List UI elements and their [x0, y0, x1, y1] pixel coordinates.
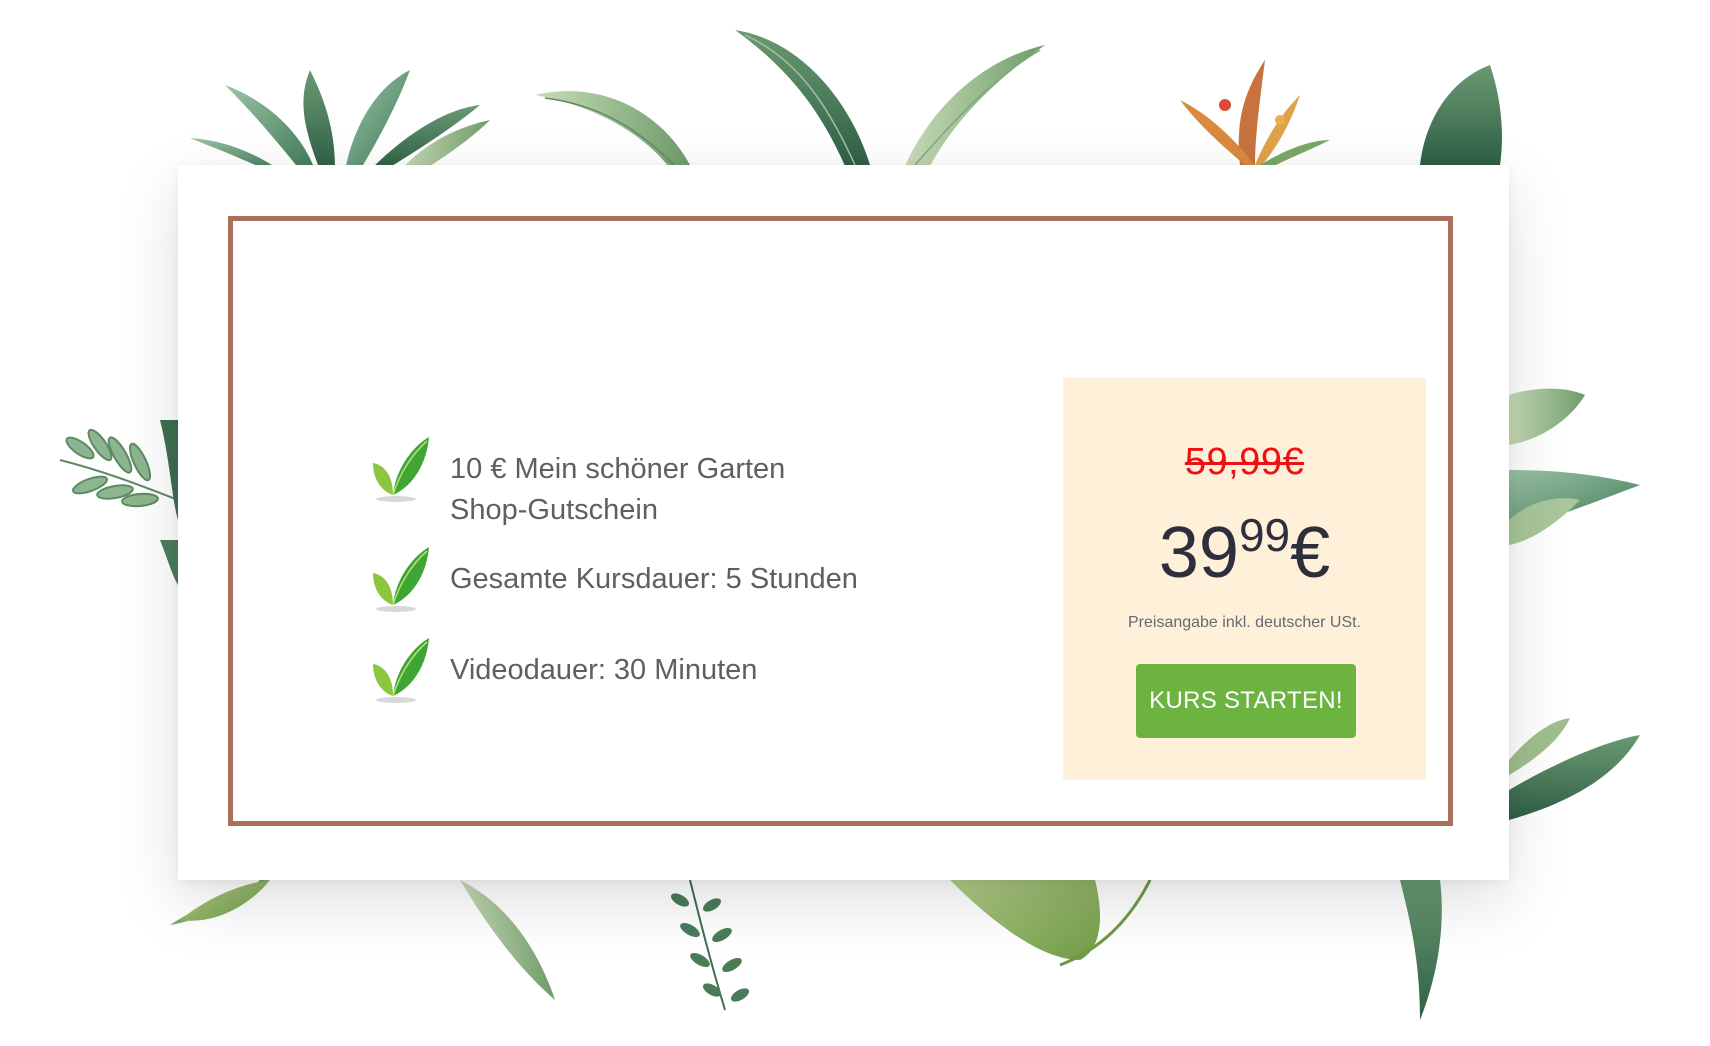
new-price-main: 39	[1158, 513, 1239, 593]
pricing-card: 10 € Mein schöner Garten Shop-Gutschein …	[178, 165, 1509, 880]
card-frame: 10 € Mein schöner Garten Shop-Gutschein …	[228, 216, 1453, 826]
green-leaf-check-icon	[373, 638, 429, 703]
leaf-cluster-right	[1509, 388, 1640, 820]
green-leaf-check-icon	[373, 547, 429, 612]
leaf-cluster-top-center	[735, 30, 1045, 166]
feature-text-course-duration: Gesamte Kursdauer: 5 Stunden	[450, 563, 858, 595]
feature-text-voucher: 10 € Mein schöner Garten Shop-Gutschein	[450, 453, 786, 526]
new-price-currency: €	[1290, 513, 1331, 593]
tax-note: Preisangabe inkl. deutscher USt.	[1127, 614, 1361, 631]
start-course-button[interactable]: KURS STARTEN!	[1136, 664, 1356, 738]
price-box: 59,99€ 3999€ Preisangabe inkl. deutscher…	[1063, 378, 1426, 780]
flower-top-right	[1180, 60, 1330, 168]
leaf-top-right	[1420, 65, 1502, 165]
green-leaf-check-icon	[373, 437, 429, 502]
leaf-top-middle	[535, 91, 690, 168]
new-price-cents: 99	[1238, 509, 1291, 561]
leaf-cluster-top-left	[190, 70, 490, 172]
new-price: 3999€	[1063, 509, 1426, 601]
leaf-cluster-bottom	[170, 879, 1442, 1020]
pricing-section: 10 € Mein schöner Garten Shop-Gutschein …	[0, 0, 1710, 1046]
feature-text-video-duration: Videodauer: 30 Minuten	[450, 654, 758, 686]
old-price: 59,99€	[1184, 441, 1305, 483]
fern-left	[59, 420, 179, 585]
